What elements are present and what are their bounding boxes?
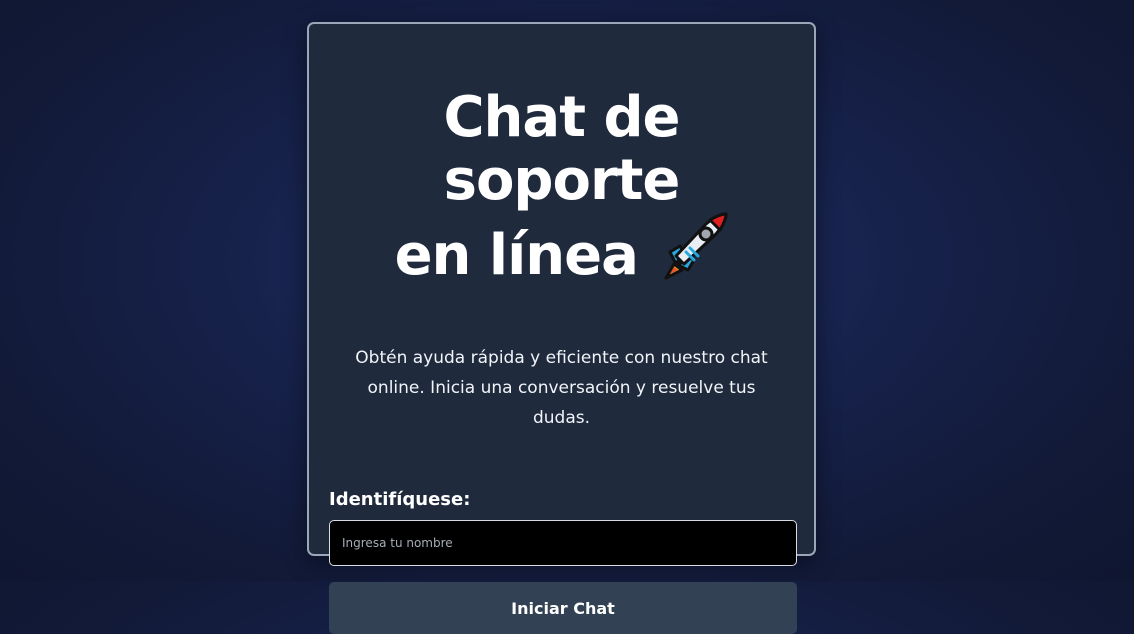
name-input[interactable] (329, 520, 797, 566)
title-line-2: en línea (394, 223, 639, 288)
subtitle: Obtén ayuda rápida y eficiente con nuest… (355, 348, 768, 428)
rocket-icon (662, 212, 728, 293)
title-line-1: Chat de soporte (443, 85, 680, 213)
page-title: Chat de soporte en línea (329, 86, 794, 293)
start-chat-button[interactable]: Iniciar Chat (329, 582, 797, 634)
identify-label: Identifíquese: (329, 489, 471, 510)
support-chat-card: Chat de soporte en línea Obtén ayuda ráp… (307, 22, 816, 634)
